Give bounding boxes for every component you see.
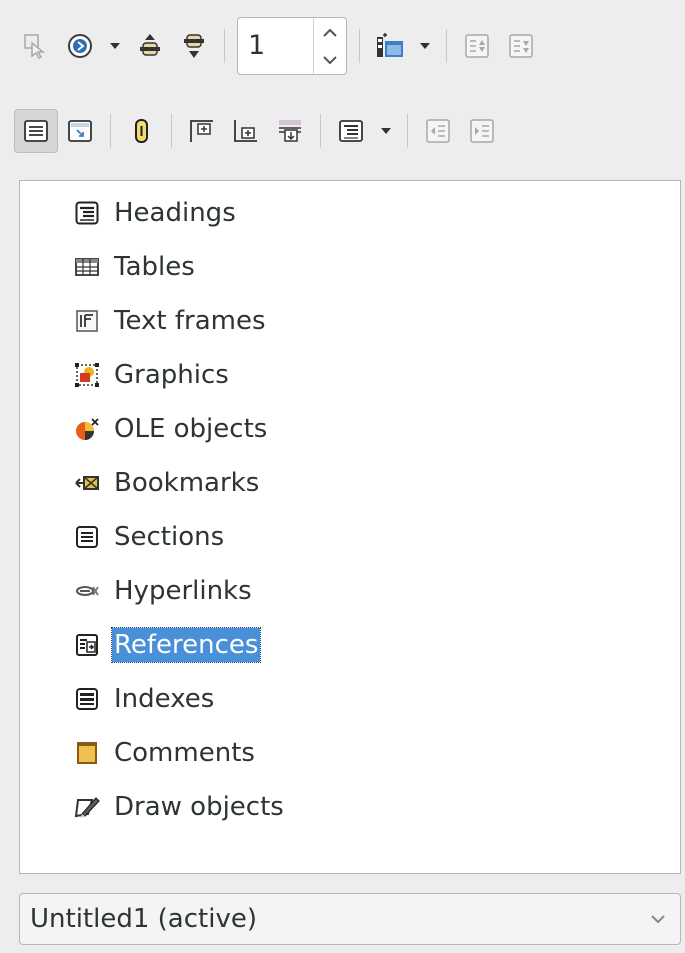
bookmarks-icon — [72, 468, 102, 498]
demote-chapter-button[interactable] — [499, 24, 543, 68]
comments-icon — [72, 738, 102, 768]
text-frames-icon — [72, 306, 102, 336]
promote-chapter-icon — [465, 34, 489, 58]
content-navigation-view-icon — [24, 120, 48, 142]
drag-mode-button[interactable] — [368, 24, 412, 68]
navigation-button[interactable] — [58, 24, 102, 68]
chevron-down-icon — [420, 43, 430, 49]
outline-level-button[interactable] — [329, 109, 373, 153]
outline-level-icon — [339, 120, 363, 142]
document-select[interactable]: Untitled1 (active) — [19, 893, 681, 945]
anchor-button[interactable] — [268, 109, 312, 153]
headings-shown-icon — [135, 119, 148, 143]
tree-item-label: Indexes — [114, 684, 215, 714]
footer-icon — [234, 120, 257, 142]
promote-chapter-button[interactable] — [455, 24, 499, 68]
tree-item-label: References — [110, 627, 262, 663]
navigation-dropdown[interactable] — [102, 24, 128, 68]
document-select-value: Untitled1 (active) — [30, 904, 257, 934]
indexes-icon — [72, 684, 102, 714]
chevron-down-icon — [381, 128, 391, 134]
tree-item-label: Hyperlinks — [114, 576, 252, 606]
chevron-down-icon — [323, 55, 337, 64]
previous-button[interactable] — [128, 24, 172, 68]
tree-item-label: Bookmarks — [114, 468, 260, 498]
demote-level-button[interactable] — [460, 109, 504, 153]
chevron-up-icon — [323, 28, 337, 37]
next-item-icon — [184, 34, 204, 58]
toggle-button[interactable] — [14, 24, 58, 68]
tree-item-label: Tables — [114, 252, 195, 282]
tree-item-label: Graphics — [114, 360, 229, 390]
toggle-icon — [24, 34, 46, 59]
headings-shown-button[interactable] — [119, 109, 163, 153]
toolbar-separator — [110, 114, 111, 148]
ole-objects-icon — [72, 414, 102, 444]
chevron-down-icon — [110, 43, 120, 49]
tree-item-indexes[interactable]: Indexes — [72, 677, 216, 721]
footer-button[interactable] — [224, 109, 268, 153]
promote-level-icon — [426, 119, 450, 143]
drag-mode-icon — [377, 33, 403, 57]
tree-item-label: Comments — [114, 738, 255, 768]
demote-level-icon — [470, 119, 494, 143]
promote-level-button[interactable] — [416, 109, 460, 153]
navigator-toolbar-bottom — [14, 106, 504, 156]
references-icon — [72, 630, 102, 660]
tree-item-tables[interactable]: Tables — [72, 245, 197, 289]
tree-item-sections[interactable]: Sections — [72, 515, 226, 559]
tables-icon — [72, 252, 102, 282]
tree-item-graphics[interactable]: Graphics — [72, 353, 231, 397]
headings-icon — [72, 198, 102, 228]
chevron-down-icon — [636, 914, 680, 924]
toolbar-separator — [359, 29, 360, 63]
next-button[interactable] — [172, 24, 216, 68]
tree-item-label: OLE objects — [114, 414, 268, 444]
tree-item-comments[interactable]: Comments — [72, 731, 257, 775]
previous-item-icon — [140, 34, 160, 56]
tree-item-hyperlinks[interactable]: Hyperlinks — [72, 569, 254, 613]
tree-item-label: Sections — [114, 522, 225, 552]
hyperlinks-icon — [72, 576, 102, 606]
navigator-tree-panel[interactable]: Headings Tables Text frames Graphics OLE… — [19, 180, 681, 874]
spin-up-button[interactable] — [314, 18, 346, 46]
toolbar-separator — [224, 29, 225, 63]
tree-item-ole-objects[interactable]: OLE objects — [72, 407, 269, 451]
toolbar-separator — [171, 114, 172, 148]
demote-chapter-icon — [509, 34, 533, 58]
toolbar-separator — [320, 114, 321, 148]
drag-mode-dropdown[interactable] — [412, 24, 438, 68]
graphics-icon — [72, 360, 102, 390]
spin-down-button[interactable] — [314, 46, 346, 74]
anchor-icon — [279, 120, 301, 142]
spin-arrows — [313, 18, 346, 74]
draw-objects-icon — [72, 792, 102, 822]
page-number-value[interactable]: 1 — [238, 18, 313, 74]
tree-item-label: Text frames — [114, 306, 266, 336]
tree-item-references[interactable]: References — [72, 623, 262, 667]
tree-item-bookmarks[interactable]: Bookmarks — [72, 461, 261, 505]
toolbar-separator — [407, 114, 408, 148]
tree-item-text-frames[interactable]: Text frames — [72, 299, 268, 343]
sections-icon — [72, 522, 102, 552]
set-reminder-icon — [68, 120, 92, 142]
header-button[interactable] — [180, 109, 224, 153]
tree-item-label: Headings — [114, 198, 236, 228]
set-reminder-button[interactable] — [58, 109, 102, 153]
outline-level-dropdown[interactable] — [373, 109, 399, 153]
navigator-toolbar-top: 1 — [14, 17, 543, 75]
tree-item-label: Draw objects — [114, 792, 284, 822]
navigation-icon — [68, 34, 92, 58]
tree-item-headings[interactable]: Headings — [72, 191, 238, 235]
page-number-spinbox[interactable]: 1 — [237, 17, 347, 75]
toolbar-separator — [446, 29, 447, 63]
tree-item-draw-objects[interactable]: Draw objects — [72, 785, 286, 829]
header-icon — [190, 120, 213, 142]
content-navigation-view-button[interactable] — [14, 109, 58, 153]
